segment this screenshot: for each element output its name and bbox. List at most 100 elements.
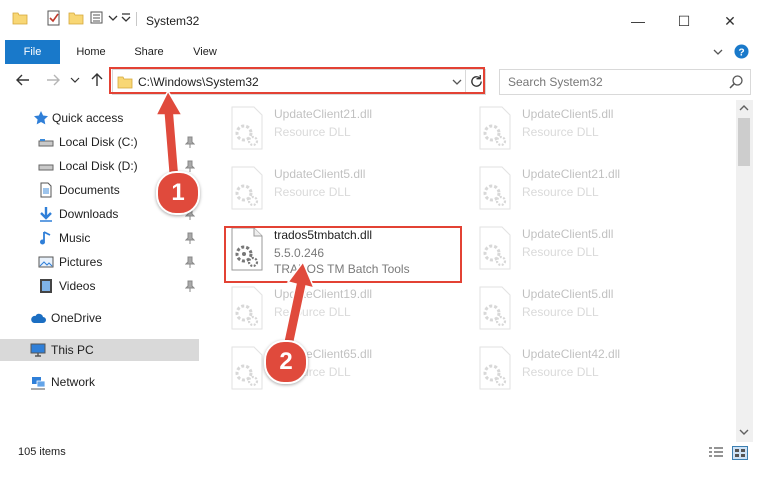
help-icon[interactable]: ? xyxy=(734,44,749,59)
file-highlight xyxy=(224,226,462,283)
details-view-icon[interactable] xyxy=(708,446,724,460)
forward-arrow-icon[interactable] xyxy=(44,71,62,89)
sidebar-item-onedrive[interactable]: OneDrive xyxy=(0,307,200,329)
file-item[interactable]: UpdateClient19.dll Resource DLL xyxy=(226,285,456,341)
tab-view[interactable]: View xyxy=(182,40,228,64)
pictures-icon xyxy=(38,256,54,268)
file-type: Resource DLL xyxy=(522,245,599,259)
file-name: UpdateClient5.dll xyxy=(522,287,614,301)
file-type: Resource DLL xyxy=(274,185,351,199)
pin-icon[interactable] xyxy=(185,232,195,244)
file-type: Resource DLL xyxy=(522,305,599,319)
document-icon xyxy=(40,182,52,198)
sidebar-item-this-pc[interactable]: This PC xyxy=(0,339,199,361)
file-name: UpdateClient5.dll xyxy=(522,227,614,241)
file-item[interactable]: UpdateClient5.dll Resource DLL xyxy=(474,105,704,161)
file-type: Resource DLL xyxy=(522,125,599,139)
sidebar-item-label: Videos xyxy=(59,279,96,293)
minimize-button[interactable]: — xyxy=(618,8,658,34)
svg-text:?: ? xyxy=(738,47,744,58)
properties-icon[interactable] xyxy=(46,10,62,26)
chevron-down-icon[interactable] xyxy=(108,10,118,26)
sidebar-item-music[interactable]: Music xyxy=(0,227,200,249)
status-bar: 105 items xyxy=(0,442,769,477)
drive-icon xyxy=(38,139,54,147)
scroll-down-icon[interactable] xyxy=(739,427,749,437)
file-name: UpdateClient42.dll xyxy=(522,347,621,361)
pin-icon[interactable] xyxy=(185,280,195,292)
sidebar-item-label: Network xyxy=(51,375,96,389)
sidebar-item-label: Pictures xyxy=(59,255,103,269)
maximize-button[interactable]: ☐ xyxy=(664,8,704,34)
search-box[interactable] xyxy=(499,69,751,95)
step-1-badge: 1 xyxy=(156,171,200,215)
ribbon-tabs: File Home Share View ? xyxy=(0,40,769,96)
title-separator xyxy=(136,12,137,26)
search-icon[interactable] xyxy=(728,74,744,90)
dll-file-icon xyxy=(479,226,511,270)
title-bar: System32 — ☐ ✕ xyxy=(0,0,769,40)
sidebar-item-label: OneDrive xyxy=(51,311,102,325)
chevron-down-icon[interactable] xyxy=(712,46,724,58)
vertical-scrollbar[interactable] xyxy=(736,100,753,442)
file-item[interactable]: UpdateClient21.dll Resource DLL xyxy=(474,165,704,221)
file-item[interactable]: UpdateClient21.dll Resource DLL xyxy=(226,105,456,161)
dll-file-icon xyxy=(231,286,263,330)
sidebar-item-label: Quick access xyxy=(52,111,124,125)
recent-locations-icon[interactable] xyxy=(70,71,80,89)
sidebar-item-label: Downloads xyxy=(59,207,119,221)
up-arrow-icon[interactable] xyxy=(88,71,106,89)
dll-file-icon xyxy=(479,106,511,150)
sidebar-item-label: Local Disk (D:) xyxy=(59,159,138,173)
large-icons-view-icon[interactable] xyxy=(732,446,748,460)
file-item[interactable]: UpdateClient5.dll Resource DLL xyxy=(474,285,704,341)
folder-icon[interactable] xyxy=(12,10,28,26)
file-name: UpdateClient21.dll xyxy=(274,107,373,121)
music-icon xyxy=(40,231,51,245)
dll-file-icon xyxy=(231,346,263,390)
sidebar-item-network[interactable]: Network xyxy=(0,371,200,393)
dll-file-icon xyxy=(479,166,511,210)
customize-toolbar-icon[interactable] xyxy=(90,10,106,26)
file-name: UpdateClient21.dll xyxy=(522,167,621,181)
drive-icon xyxy=(38,164,54,171)
videos-icon xyxy=(40,279,52,293)
sidebar-item-label: Documents xyxy=(59,183,120,197)
tab-share[interactable]: Share xyxy=(126,40,172,64)
sidebar-item-pictures[interactable]: Pictures xyxy=(0,251,200,273)
star-icon xyxy=(34,111,48,125)
back-arrow-icon[interactable] xyxy=(14,71,32,89)
sidebar-item-label: This PC xyxy=(51,343,94,357)
file-item[interactable]: UpdateClient5.dll Resource DLL xyxy=(474,225,704,281)
file-type: Resource DLL xyxy=(274,125,351,139)
scroll-up-icon[interactable] xyxy=(739,103,749,113)
sidebar-item-label: Local Disk (C:) xyxy=(59,135,138,149)
scrollbar-thumb[interactable] xyxy=(738,118,750,166)
sidebar-item-label: Music xyxy=(59,231,91,245)
window-title: System32 xyxy=(146,14,200,28)
pin-toolbar-icon[interactable] xyxy=(121,10,131,26)
dll-file-icon xyxy=(231,106,263,150)
cloud-icon xyxy=(31,313,46,323)
step-2-badge: 2 xyxy=(264,340,308,384)
dll-file-icon xyxy=(479,346,511,390)
close-button[interactable]: ✕ xyxy=(710,8,750,34)
file-name: UpdateClient5.dll xyxy=(274,167,366,181)
dll-file-icon xyxy=(231,166,263,210)
network-icon xyxy=(31,377,46,390)
file-name: UpdateClient5.dll xyxy=(522,107,614,121)
dll-file-icon xyxy=(479,286,511,330)
file-type: Resource DLL xyxy=(522,185,599,199)
tab-home[interactable]: Home xyxy=(68,40,114,64)
file-item[interactable]: UpdateClient65.dll Resource DLL xyxy=(226,345,456,401)
item-count: 105 items xyxy=(18,446,66,458)
sidebar-item-videos[interactable]: Videos xyxy=(0,275,200,297)
pin-icon[interactable] xyxy=(185,256,195,268)
computer-icon xyxy=(30,343,46,357)
file-item[interactable]: UpdateClient42.dll Resource DLL xyxy=(474,345,704,401)
search-input[interactable] xyxy=(506,73,710,91)
download-icon xyxy=(40,207,52,222)
new-folder-icon[interactable] xyxy=(68,10,84,26)
file-type: Resource DLL xyxy=(522,365,599,379)
file-item[interactable]: UpdateClient5.dll Resource DLL xyxy=(226,165,456,221)
